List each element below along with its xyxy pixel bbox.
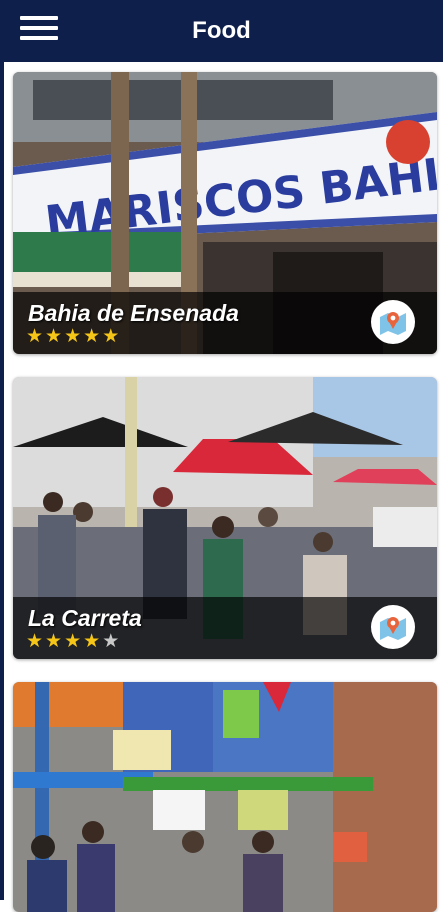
restaurant-card[interactable] xyxy=(13,682,437,912)
restaurant-card[interactable]: MARISCOS BAHIA ENSENADA Bahia de Ensenad… xyxy=(13,72,437,354)
restaurant-card[interactable]: La Carreta ★★★★★ xyxy=(13,377,437,659)
star-filled-icon: ★ xyxy=(83,631,103,652)
star-filled-icon: ★ xyxy=(64,326,84,347)
map-location-button[interactable] xyxy=(371,605,415,649)
restaurant-name: La Carreta xyxy=(28,605,142,631)
map-pin-icon xyxy=(380,312,406,335)
star-filled-icon: ★ xyxy=(26,631,46,652)
card-caption: La Carreta ★★★★★ xyxy=(13,597,437,659)
star-filled-icon: ★ xyxy=(64,631,84,652)
restaurant-name: Bahia de Ensenada xyxy=(28,300,239,326)
app-bar: Food xyxy=(0,0,443,62)
map-location-button[interactable] xyxy=(371,300,415,344)
star-filled-icon: ★ xyxy=(83,326,103,347)
star-filled-icon: ★ xyxy=(26,326,46,347)
card-caption: Bahia de Ensenada ★★★★★ xyxy=(13,292,437,354)
star-filled-icon: ★ xyxy=(45,631,65,652)
map-pin-icon xyxy=(380,617,406,640)
page-title: Food xyxy=(192,17,251,44)
drawer-edge xyxy=(0,62,4,900)
star-filled-icon: ★ xyxy=(102,326,122,347)
star-empty-icon: ★ xyxy=(102,631,122,652)
restaurant-photo xyxy=(13,682,437,912)
star-filled-icon: ★ xyxy=(45,326,65,347)
star-rating: ★★★★★ xyxy=(26,632,121,652)
star-rating: ★★★★★ xyxy=(26,327,121,347)
